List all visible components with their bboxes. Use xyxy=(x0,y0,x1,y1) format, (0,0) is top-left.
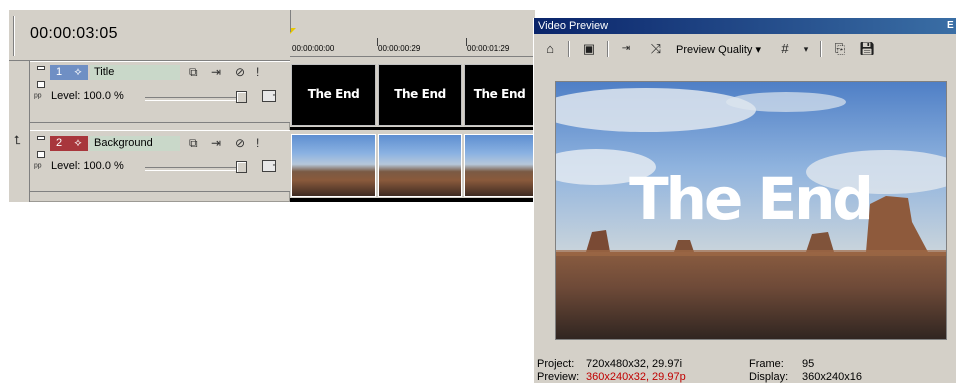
preview-quality-label: Preview Quality xyxy=(676,44,753,56)
preview-title-bar[interactable]: Video Preview xyxy=(534,18,956,34)
toolbar-separator xyxy=(820,41,822,57)
display-label: Display: xyxy=(749,371,789,383)
frame-label: Frame: xyxy=(749,358,784,370)
track-fx-icon[interactable]: ⟡ xyxy=(68,65,88,80)
track-mode-icon[interactable]: ▫ xyxy=(262,160,276,172)
background-clip-frame[interactable] xyxy=(464,134,535,197)
track-separator xyxy=(290,198,535,202)
preview-label: Preview: xyxy=(537,371,580,383)
grid-icon[interactable]: # xyxy=(777,41,793,57)
track-mode-icon[interactable]: ▫ xyxy=(262,90,276,102)
track-level-label: Level: 100.0 % xyxy=(51,160,124,172)
display-value: 360x240x16 xyxy=(802,371,862,383)
mute-icon[interactable]: ⊘ xyxy=(235,65,245,79)
title-clip-frame[interactable]: The End xyxy=(378,64,462,126)
dropdown-arrow-icon: ▾ xyxy=(752,44,761,56)
track-number-badge[interactable]: 1 xyxy=(50,65,68,80)
preview-value: 360x240x32, 29.97p xyxy=(586,371,686,383)
track-level-slider-thumb[interactable] xyxy=(236,161,247,173)
title-clip-frame[interactable]: The End xyxy=(291,64,376,126)
track-number: 1 xyxy=(55,66,63,78)
track-level-slider-thumb[interactable] xyxy=(236,91,247,103)
split-screen-icon[interactable]: ⇥ xyxy=(617,41,635,57)
track-level-slider[interactable] xyxy=(145,97,238,101)
track-name-field[interactable]: Title xyxy=(90,65,180,80)
mute-icon[interactable]: ⊘ xyxy=(235,136,245,150)
project-label: Project: xyxy=(537,358,575,370)
toolbar-separator xyxy=(568,41,570,57)
track-expand-button[interactable] xyxy=(37,151,45,158)
track-expand-button[interactable] xyxy=(37,81,45,88)
solo-icon[interactable]: ! xyxy=(256,65,259,79)
track-fx-icon[interactable]: ⟡ xyxy=(68,136,88,151)
preview-quality-dropdown[interactable]: Preview Quality ▾ xyxy=(676,42,761,58)
track-level-slider[interactable] xyxy=(145,167,238,171)
ruler-label: 00:00:01:29 xyxy=(467,44,510,53)
track-fx-chain-icon[interactable]: ⇥ xyxy=(211,65,221,79)
track-minimize-button[interactable] xyxy=(37,66,45,70)
timecode-divider xyxy=(13,16,15,56)
track-name-field[interactable]: Background xyxy=(90,136,180,151)
monitor-icon[interactable]: ▣ xyxy=(581,41,597,57)
background-clip-frame[interactable] xyxy=(378,134,462,197)
ruler-baseline xyxy=(290,56,535,57)
track-fx-chain-icon[interactable]: ⇥ xyxy=(211,136,221,150)
track-minimize-button[interactable] xyxy=(37,136,45,140)
save-snapshot-icon[interactable]: 💾︎ xyxy=(859,41,876,57)
preview-image: The End xyxy=(555,81,947,340)
project-value: 720x480x32, 29.97i xyxy=(586,358,683,370)
title-overlay-text: The End xyxy=(629,165,874,233)
collapse-tracks-icon[interactable]: ⮤ xyxy=(14,133,21,147)
track-compositing-icon[interactable]: ᵖᵖ xyxy=(34,91,42,105)
timecode-display: 00:00:03:05 xyxy=(30,25,118,42)
time-ruler[interactable] xyxy=(290,10,535,62)
background-clip-frame[interactable] xyxy=(291,134,376,197)
bypass-fx-icon[interactable]: ⤨ xyxy=(647,41,665,57)
frame-value: 95 xyxy=(802,358,815,370)
properties-icon[interactable]: ⌂ xyxy=(542,41,558,57)
track-motion-icon[interactable]: ⧉ xyxy=(189,65,198,79)
window-close-icon[interactable]: E xyxy=(947,18,956,34)
track-number-badge[interactable]: 2 xyxy=(50,136,68,151)
ruler-label: 00:00:00:00 xyxy=(292,44,335,53)
track-number: 2 xyxy=(55,137,63,149)
track-motion-icon[interactable]: ⧉ xyxy=(189,136,198,150)
copy-snapshot-icon[interactable]: ⎘ xyxy=(832,41,848,57)
toolbar-separator xyxy=(607,41,609,57)
track-compositing-icon[interactable]: ᵖᵖ xyxy=(34,161,42,175)
track-separator xyxy=(290,127,535,130)
solo-icon[interactable]: ! xyxy=(256,136,259,150)
ruler-label: 00:00:00:29 xyxy=(378,44,421,53)
track-level-label: Level: 100.0 % xyxy=(51,90,124,102)
ruler-start-line xyxy=(290,10,291,32)
title-clip-frame[interactable]: The End xyxy=(464,64,535,126)
track-rail xyxy=(9,61,30,202)
overlay-dropdown-arrow-icon[interactable]: ▾ xyxy=(799,41,813,57)
